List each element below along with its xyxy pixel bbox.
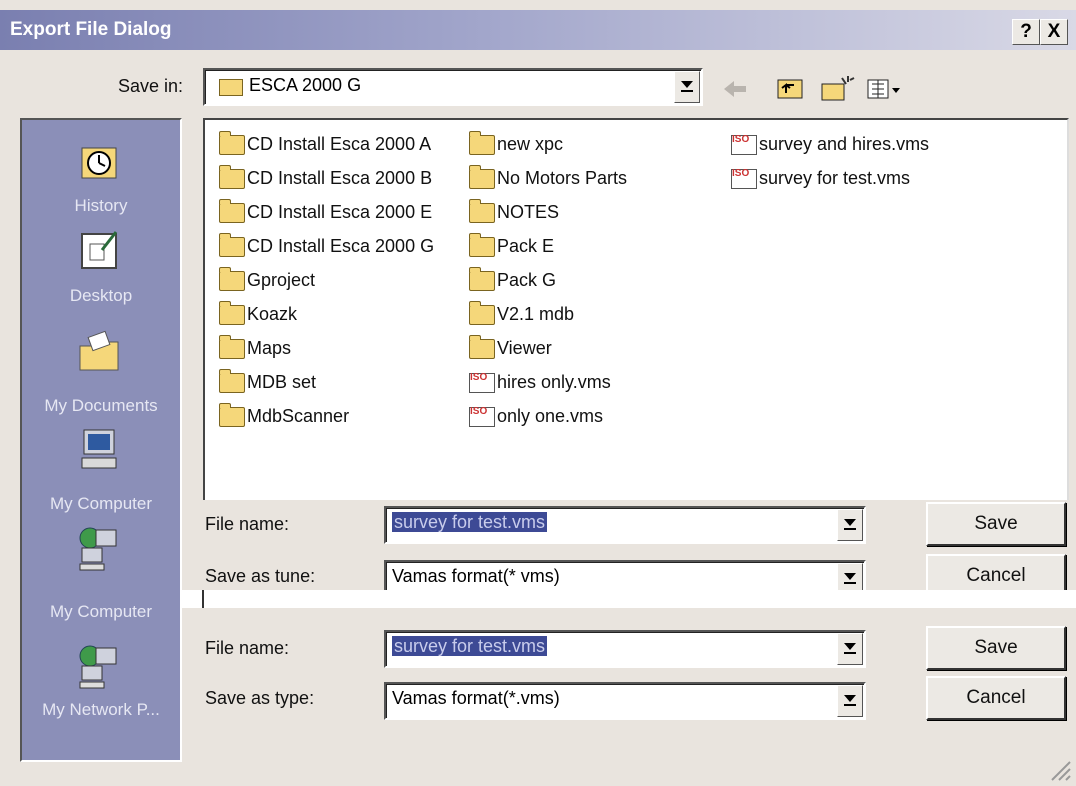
file-name: hires only.vms xyxy=(497,372,611,392)
file-name: Gproject xyxy=(247,270,316,290)
file-name: CD Install Esca 2000 A xyxy=(247,134,432,154)
vms-file-icon xyxy=(469,372,495,393)
save-as-type-label: Save as tune: xyxy=(205,566,316,586)
toolbar xyxy=(724,76,900,101)
place-label: My Network P... xyxy=(42,700,160,719)
vms-file-icon xyxy=(731,168,757,189)
text-cursor xyxy=(202,590,204,608)
file-name-value: survey for test.vms xyxy=(392,636,548,656)
chevron-down-icon[interactable] xyxy=(674,71,700,103)
folder-icon xyxy=(469,199,495,223)
file-name: only one.vms xyxy=(497,406,604,426)
place-my-computer[interactable]: My Computer xyxy=(22,426,180,516)
file-name: No Motors Parts xyxy=(497,168,628,188)
chevron-down-icon[interactable] xyxy=(837,685,863,717)
view-menu-icon[interactable] xyxy=(867,79,900,99)
resize-grip-icon[interactable] xyxy=(1048,758,1072,782)
place-my-computer-2[interactable]: My Computer xyxy=(22,526,180,626)
network-places-icon xyxy=(79,645,117,689)
save-as-type-select[interactable]: Vamas format(*.vms) xyxy=(384,682,866,720)
file-name: CD Install Esca 2000 G xyxy=(247,236,435,256)
title-bar: Export File Dialog ? X xyxy=(0,10,1076,50)
vms-file-icon xyxy=(469,406,495,427)
my-documents-icon xyxy=(79,330,119,371)
place-label: My Documents xyxy=(44,396,158,415)
save-button[interactable]: Save xyxy=(926,626,1066,670)
chevron-down-icon[interactable] xyxy=(837,509,863,541)
folder-icon xyxy=(219,369,245,393)
export-file-dialog: Export File Dialog ? X Save in: ESCA 200… xyxy=(0,0,1076,786)
file-name: Maps xyxy=(247,338,292,358)
file-name-input[interactable]: survey for test.vms xyxy=(384,630,866,668)
save-as-type-value: Vamas format(* vms) xyxy=(392,566,560,586)
save-in-value: ESCA 2000 G xyxy=(249,75,362,95)
my-computer-icon xyxy=(81,429,117,469)
save-in-combo[interactable]: ESCA 2000 G xyxy=(203,68,703,106)
file-name: Viewer xyxy=(497,338,552,358)
file-name: survey and hires.vms xyxy=(759,134,930,154)
history-icon xyxy=(81,147,117,179)
file-name: V2.1 mdb xyxy=(497,304,575,324)
folder-icon xyxy=(219,403,245,427)
folder-icon xyxy=(219,233,245,257)
file-name: Pack E xyxy=(497,236,555,256)
file-name: Koazk xyxy=(247,304,298,324)
folder-open-icon xyxy=(219,79,243,96)
file-name: NOTES xyxy=(497,202,560,222)
file-name: CD Install Esca 2000 E xyxy=(247,202,433,222)
place-history[interactable]: History xyxy=(22,138,180,228)
overlap-strip xyxy=(180,590,1076,608)
file-name: MDB set xyxy=(247,372,317,392)
new-folder-icon[interactable] xyxy=(821,76,855,101)
folder-icon xyxy=(469,335,495,359)
place-desktop[interactable]: Desktop xyxy=(22,228,180,318)
save-as-type-value: Vamas format(*.vms) xyxy=(392,688,560,708)
cancel-button[interactable]: Cancel xyxy=(926,676,1066,720)
folder-icon xyxy=(469,301,495,325)
places-bar: History Desktop My Documents My Computer… xyxy=(20,118,182,762)
place-my-documents[interactable]: My Documents xyxy=(22,330,180,420)
file-name-value: survey for test.vms xyxy=(392,512,548,532)
network-computer-icon xyxy=(79,527,117,571)
file-name-label: File name: xyxy=(205,638,290,658)
save-in-label: Save in: xyxy=(118,76,184,96)
folder-icon xyxy=(469,267,495,291)
file-name: Pack G xyxy=(497,270,557,290)
file-name-label: File name: xyxy=(205,514,290,534)
file-list[interactable]: CD Install Esca 2000 A CD Install Esca 20… xyxy=(203,118,1069,500)
file-name: MdbScanner xyxy=(247,406,350,426)
close-button[interactable]: X xyxy=(1040,19,1068,45)
chevron-down-icon[interactable] xyxy=(837,633,863,665)
folder-icon xyxy=(469,233,495,257)
save-as-type-label: Save as type: xyxy=(205,688,315,708)
place-label: My Computer xyxy=(49,494,153,513)
folder-icon xyxy=(219,335,245,359)
file-name: survey for test.vms xyxy=(759,168,911,188)
window-title: Export File Dialog xyxy=(10,19,172,40)
folder-icon xyxy=(219,301,245,325)
save-button[interactable]: Save xyxy=(926,502,1066,546)
file-name: CD Install Esca 2000 B xyxy=(247,168,433,188)
folder-icon xyxy=(219,131,245,155)
folder-icon xyxy=(219,199,245,223)
place-label: Desktop xyxy=(69,286,133,305)
place-label: History xyxy=(74,196,128,215)
folder-icon xyxy=(219,165,245,189)
file-name-input[interactable]: survey for test.vms xyxy=(384,506,866,544)
folder-icon xyxy=(219,267,245,291)
place-my-network[interactable]: My Network P... xyxy=(22,644,180,734)
help-button[interactable]: ? xyxy=(1012,19,1040,45)
folder-icon xyxy=(469,131,495,155)
desktop-icon xyxy=(81,231,118,269)
back-arrow-icon[interactable] xyxy=(724,81,746,97)
place-label: My Computer xyxy=(49,602,153,621)
file-name: new xpc xyxy=(497,134,564,154)
up-one-level-icon[interactable] xyxy=(777,79,803,99)
vms-file-icon xyxy=(731,134,757,155)
folder-icon xyxy=(469,165,495,189)
